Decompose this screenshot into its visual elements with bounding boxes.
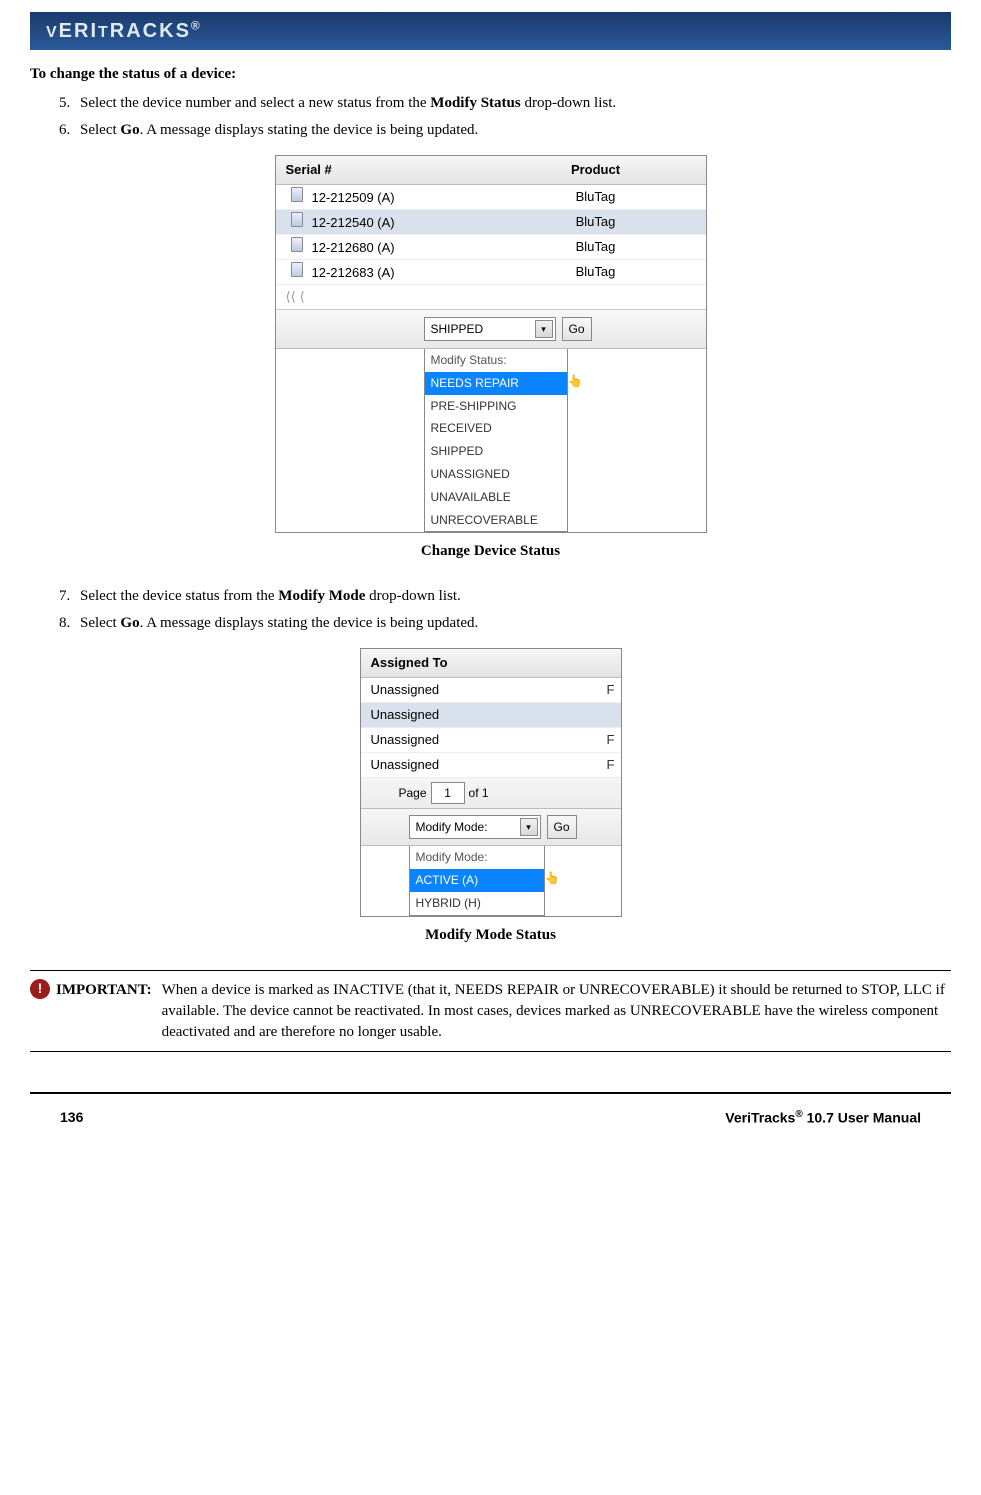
table-row[interactable]: UnassignedF: [361, 753, 621, 778]
col-serial[interactable]: Serial #: [276, 161, 486, 179]
table-row[interactable]: 12-212683 (A) BluTag: [276, 260, 706, 285]
dropdown-option[interactable]: UNRECOVERABLE: [425, 509, 567, 532]
important-label: IMPORTANT:: [56, 979, 162, 1043]
dropdown-label: Modify Mode:: [410, 846, 544, 869]
go-button[interactable]: Go: [547, 815, 577, 839]
page-number: 136: [60, 1108, 83, 1128]
device-icon: [286, 187, 308, 202]
dropdown-option[interactable]: UNASSIGNED: [425, 463, 567, 486]
device-icon: [286, 262, 308, 277]
modify-mode-screenshot: Assigned To UnassignedF Unassigned Unass…: [360, 648, 622, 916]
table-row[interactable]: Unassigned: [361, 703, 621, 728]
dropdown-option[interactable]: HYBRID (H): [410, 892, 544, 915]
chevron-down-icon: ▾: [520, 818, 538, 836]
col-assigned-to[interactable]: Assigned To: [361, 649, 621, 678]
dropdown-option[interactable]: UNAVAILABLE: [425, 486, 567, 509]
alert-icon: !: [30, 979, 50, 999]
dropdown-label: Modify Status:: [425, 349, 567, 372]
table-row[interactable]: UnassignedF: [361, 678, 621, 703]
page-input[interactable]: [431, 782, 465, 804]
action-row: Modify Mode: ▾ Go: [361, 809, 621, 846]
step-6: Select Go. A message displays stating th…: [74, 120, 951, 141]
hand-cursor-icon: 👆: [568, 373, 583, 390]
change-status-screenshot: Serial # Product 12-212509 (A) BluTag 12…: [275, 155, 707, 533]
table-row[interactable]: 12-212509 (A) BluTag: [276, 185, 706, 210]
device-icon: [286, 237, 308, 252]
pager: ⟨⟨ ⟨: [276, 285, 706, 310]
pager-prev-icon[interactable]: ⟨: [300, 288, 305, 306]
figure-caption: Change Device Status: [421, 541, 560, 562]
mode-dropdown: Modify Mode: ACTIVE (A)👆 HYBRID (H): [409, 846, 545, 915]
step-5: Select the device number and select a ne…: [74, 93, 951, 114]
step-7: Select the device status from the Modify…: [74, 586, 951, 607]
step-8: Select Go. A message displays stating th…: [74, 613, 951, 634]
pager-first-icon[interactable]: ⟨⟨: [286, 288, 296, 306]
steps-list-b: Select the device status from the Modify…: [74, 586, 951, 634]
dropdown-option[interactable]: ACTIVE (A)👆: [410, 869, 544, 892]
steps-list-a: Select the device number and select a ne…: [74, 93, 951, 141]
chevron-down-icon: ▾: [535, 320, 553, 338]
important-note: ! IMPORTANT: When a device is marked as …: [30, 970, 951, 1052]
col-product[interactable]: Product: [486, 161, 706, 179]
status-select[interactable]: SHIPPED ▾: [424, 317, 556, 341]
important-text: When a device is marked as INACTIVE (tha…: [162, 979, 951, 1043]
table-row[interactable]: 12-212540 (A) BluTag: [276, 210, 706, 235]
brand-logo: VERITRACKS®: [46, 17, 202, 45]
mode-select[interactable]: Modify Mode: ▾: [409, 815, 541, 839]
hand-cursor-icon: 👆: [545, 870, 560, 887]
dropdown-option[interactable]: RECEIVED: [425, 417, 567, 440]
go-button[interactable]: Go: [562, 317, 592, 341]
figure-caption: Modify Mode Status: [425, 925, 556, 946]
device-icon: [286, 212, 308, 227]
status-dropdown: Modify Status: NEEDS REPAIR👆 PRE-SHIPPIN…: [424, 349, 568, 532]
manual-title: VeriTracks® 10.7 User Manual: [725, 1108, 921, 1128]
brand-header: VERITRACKS®: [30, 12, 951, 50]
table-header: Serial # Product: [276, 156, 706, 185]
action-row: SHIPPED ▾ Go: [276, 310, 706, 349]
section-title: To change the status of a device:: [30, 64, 951, 85]
table-row[interactable]: 12-212680 (A) BluTag: [276, 235, 706, 260]
table-row[interactable]: UnassignedF: [361, 728, 621, 753]
page-footer: 136 VeriTracks® 10.7 User Manual: [30, 1092, 951, 1128]
dropdown-option[interactable]: PRE-SHIPPING: [425, 395, 567, 418]
pager: Page of 1: [361, 778, 621, 809]
dropdown-option[interactable]: NEEDS REPAIR👆: [425, 372, 567, 395]
dropdown-option[interactable]: SHIPPED: [425, 440, 567, 463]
